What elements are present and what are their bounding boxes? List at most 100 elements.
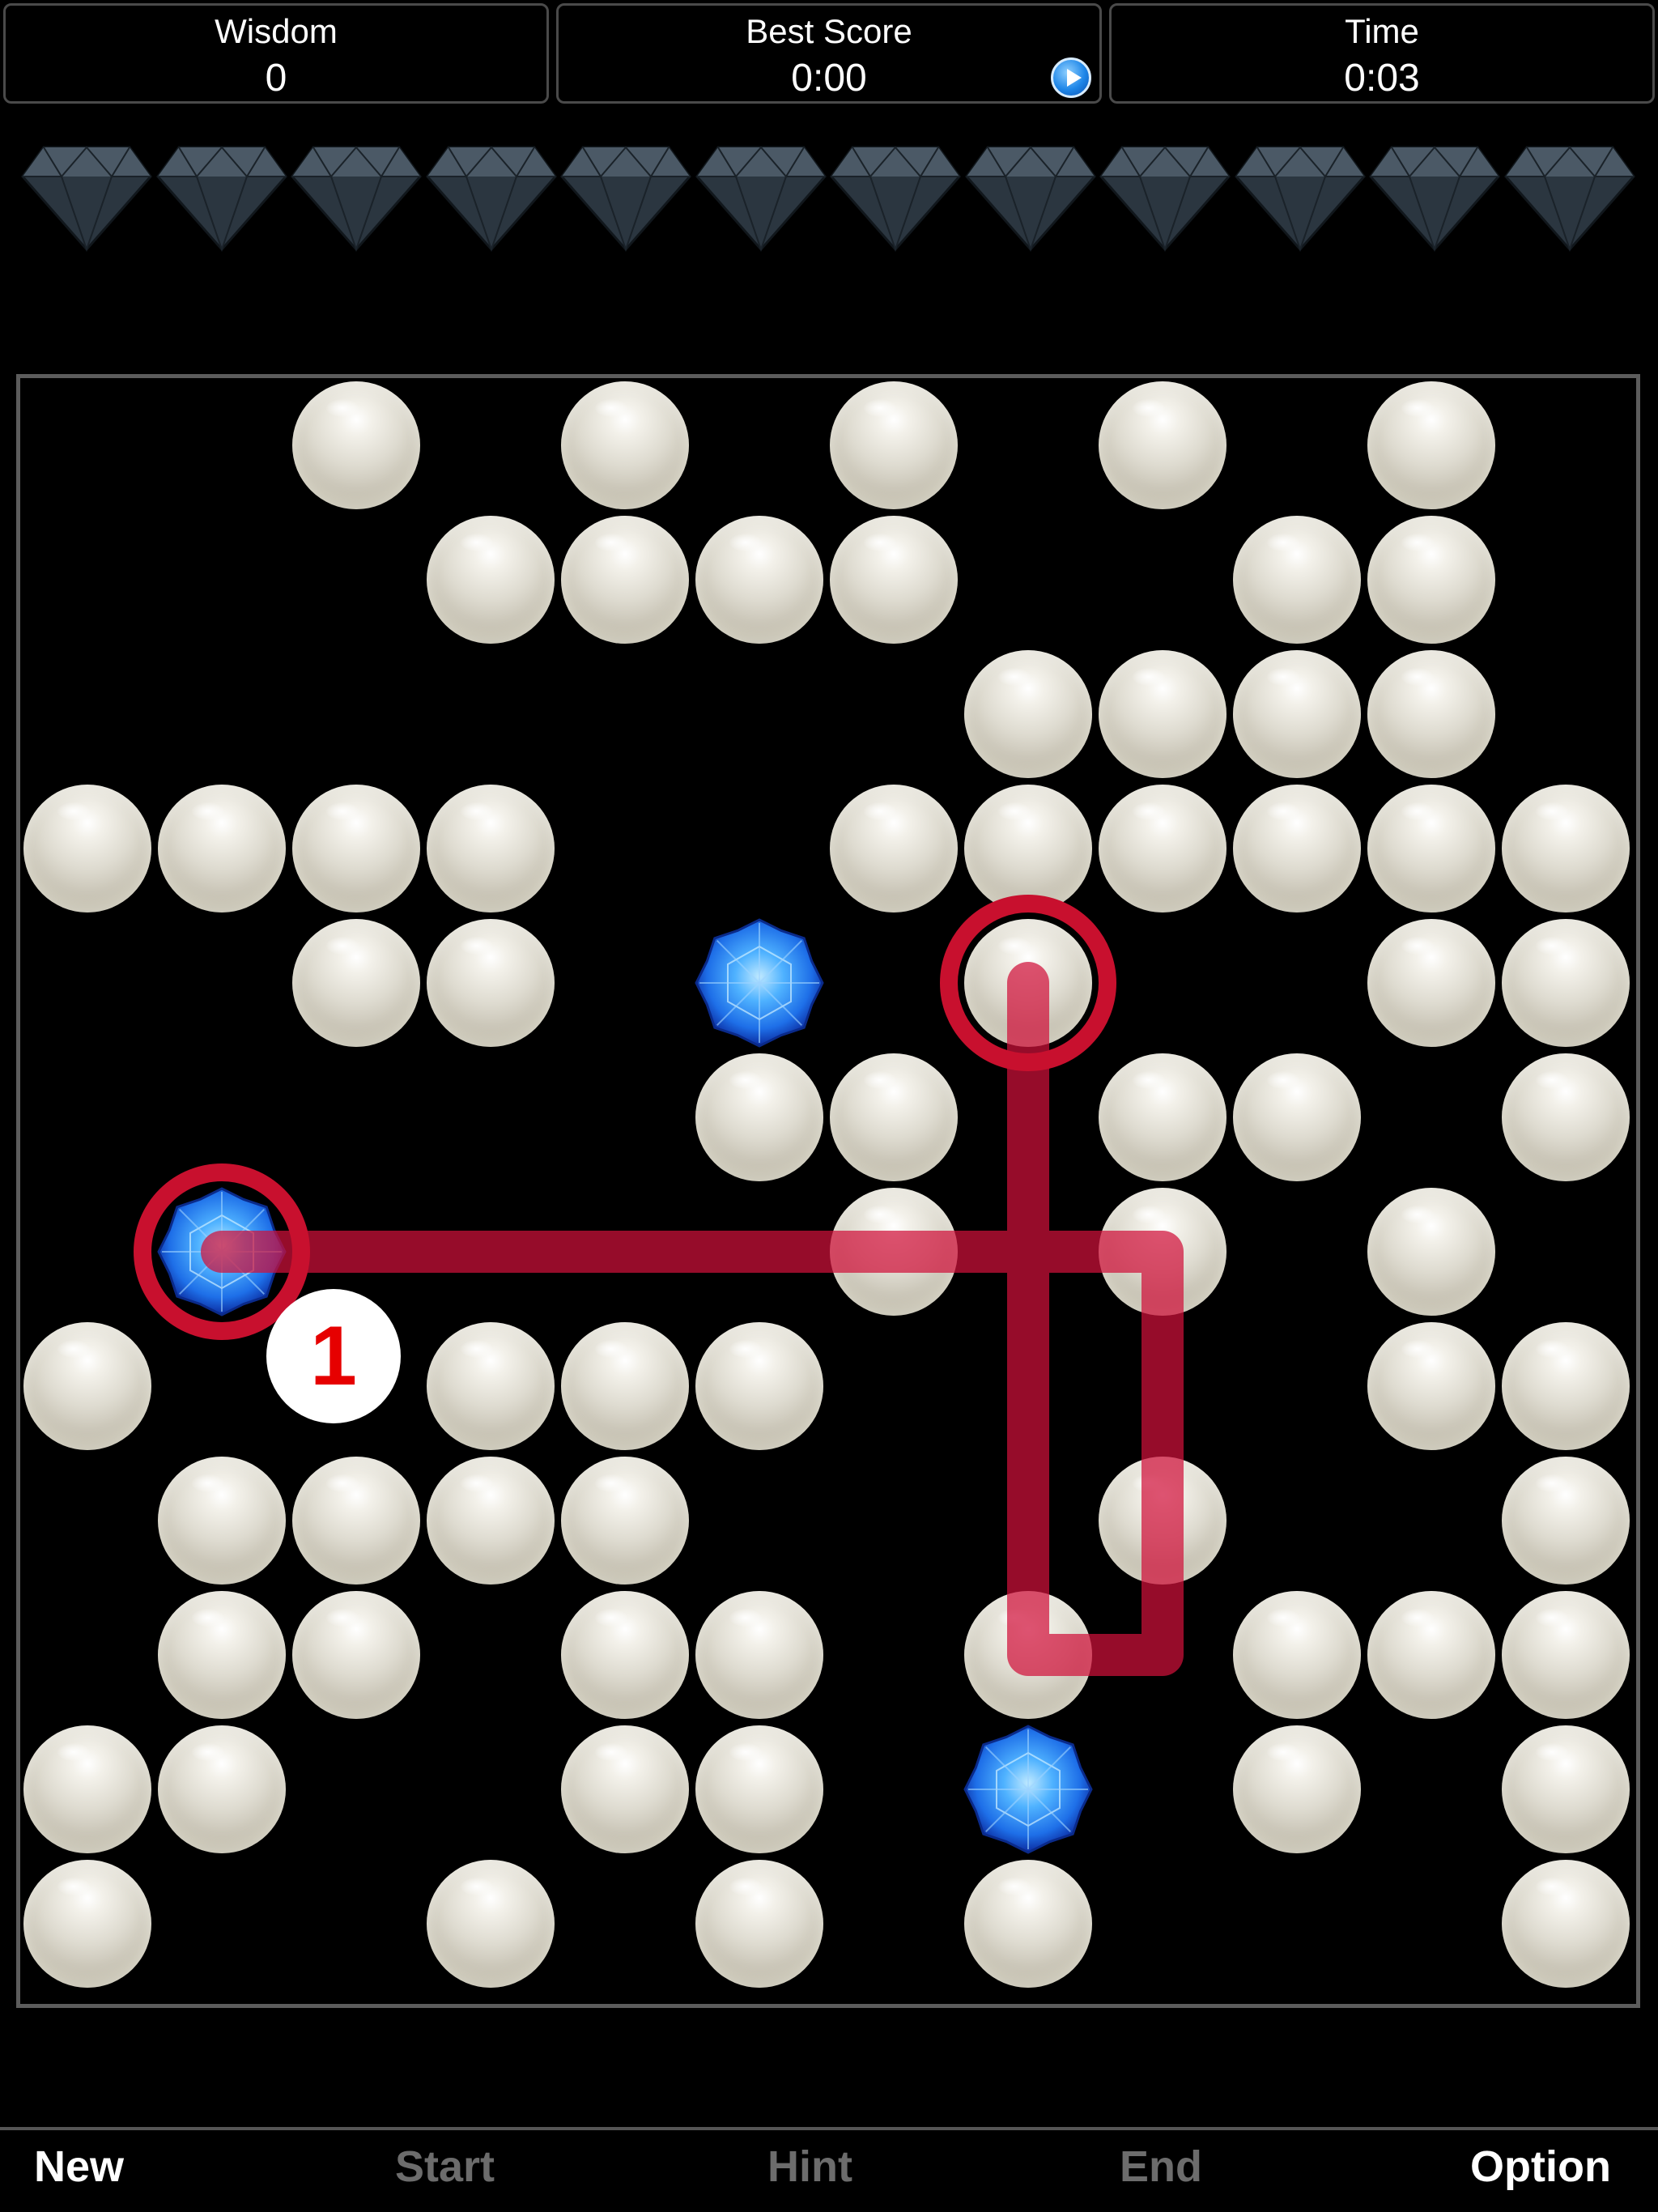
pearl-tile[interactable]	[1364, 916, 1499, 1050]
pearl-tile[interactable]	[1095, 1453, 1230, 1588]
pearl-tile[interactable]	[827, 781, 961, 916]
pearl-tile[interactable]	[558, 1319, 692, 1453]
pearl-tile[interactable]	[1230, 1722, 1364, 1857]
sapphire-tile[interactable]	[155, 1185, 289, 1319]
pearl-icon	[1367, 1188, 1495, 1316]
pearl-tile[interactable]	[423, 781, 558, 916]
option-button[interactable]: Option	[1470, 2138, 1611, 2195]
pearl-tile[interactable]	[1364, 781, 1499, 916]
pearl-tile[interactable]	[1364, 1319, 1499, 1453]
game-board[interactable]	[16, 374, 1640, 2008]
pearl-icon	[1367, 919, 1495, 1047]
pearl-tile[interactable]	[1230, 1050, 1364, 1185]
pearl-tile[interactable]	[20, 1857, 155, 1991]
pearl-tile[interactable]	[1499, 1588, 1633, 1722]
play-icon[interactable]	[1051, 57, 1091, 98]
pearl-tile[interactable]	[1499, 1453, 1633, 1588]
pearl-tile[interactable]	[289, 1588, 423, 1722]
pearl-tile[interactable]	[289, 916, 423, 1050]
pearl-tile[interactable]	[558, 513, 692, 647]
pearl-icon	[427, 1322, 555, 1450]
pearl-tile[interactable]	[1499, 1857, 1633, 1991]
pearl-tile[interactable]	[1364, 647, 1499, 781]
pearl-tile[interactable]	[1095, 1050, 1230, 1185]
pearl-tile[interactable]	[1230, 1588, 1364, 1722]
pearl-tile[interactable]	[1095, 1185, 1230, 1319]
pearl-icon	[695, 1053, 823, 1181]
pearl-tile[interactable]	[558, 1453, 692, 1588]
pearl-tile[interactable]	[558, 1722, 692, 1857]
pearl-tile[interactable]	[20, 781, 155, 916]
pearl-tile[interactable]	[827, 378, 961, 513]
pearl-tile[interactable]	[1499, 1319, 1633, 1453]
pearl-icon	[1502, 1591, 1630, 1719]
pearl-tile[interactable]	[827, 513, 961, 647]
new-button[interactable]: New	[34, 2138, 124, 2195]
pearl-icon	[561, 1457, 689, 1585]
pearl-tile[interactable]	[423, 1453, 558, 1588]
pearl-tile[interactable]	[692, 1319, 827, 1453]
pearl-tile[interactable]	[423, 916, 558, 1050]
pearl-tile[interactable]	[961, 1857, 1095, 1991]
pearl-tile[interactable]	[1364, 1185, 1499, 1319]
pearl-tile[interactable]	[692, 1050, 827, 1185]
pearl-icon	[1367, 1591, 1495, 1719]
pearl-tile[interactable]	[289, 781, 423, 916]
pearl-tile[interactable]	[961, 1588, 1095, 1722]
pearl-tile[interactable]	[1364, 1588, 1499, 1722]
time-value: 0:03	[1344, 57, 1420, 100]
pearl-tile[interactable]	[20, 1722, 155, 1857]
pearl-tile[interactable]	[20, 1319, 155, 1453]
pearl-tile[interactable]	[692, 1722, 827, 1857]
pearl-tile[interactable]	[1230, 781, 1364, 916]
pearl-tile[interactable]	[1230, 513, 1364, 647]
pearl-tile[interactable]	[1230, 647, 1364, 781]
pearl-tile[interactable]	[1499, 916, 1633, 1050]
pearl-icon	[561, 381, 689, 509]
pearl-tile[interactable]	[961, 647, 1095, 781]
remaining-gem-icon	[963, 139, 1098, 253]
hint-button[interactable]: Hint	[767, 2138, 852, 2195]
pearl-icon	[1367, 516, 1495, 644]
sapphire-tile[interactable]	[692, 916, 827, 1050]
pearl-tile[interactable]	[155, 1453, 289, 1588]
pearl-tile[interactable]	[1499, 1722, 1633, 1857]
pearl-tile[interactable]	[423, 513, 558, 647]
pearl-tile[interactable]	[692, 1588, 827, 1722]
pearl-tile[interactable]	[1095, 378, 1230, 513]
pearl-tile[interactable]	[1499, 781, 1633, 916]
pearl-icon	[830, 1188, 958, 1316]
start-button[interactable]: Start	[395, 2138, 495, 2195]
pearl-tile[interactable]	[692, 1857, 827, 1991]
pearl-tile[interactable]	[827, 1185, 961, 1319]
end-button[interactable]: End	[1120, 2138, 1202, 2195]
pearl-tile[interactable]	[961, 781, 1095, 916]
pearl-tile[interactable]	[1364, 513, 1499, 647]
time-label: Time	[1345, 12, 1419, 50]
sapphire-tile[interactable]	[961, 1722, 1095, 1857]
pearl-tile[interactable]	[155, 1722, 289, 1857]
pearl-tile[interactable]	[423, 1319, 558, 1453]
pearl-tile[interactable]	[155, 1588, 289, 1722]
pearl-tile[interactable]	[1095, 781, 1230, 916]
pearl-tile[interactable]	[961, 916, 1095, 1050]
pearl-tile[interactable]	[558, 378, 692, 513]
pearl-tile[interactable]	[558, 1588, 692, 1722]
time-panel: Time 0:03	[1109, 3, 1655, 104]
pearl-tile[interactable]	[155, 781, 289, 916]
pearl-icon	[561, 516, 689, 644]
pearl-tile[interactable]	[289, 378, 423, 513]
pearl-icon	[427, 919, 555, 1047]
remaining-gem-icon	[19, 139, 154, 253]
pearl-tile[interactable]	[827, 1050, 961, 1185]
pearl-tile[interactable]	[1095, 647, 1230, 781]
pearl-tile[interactable]	[1364, 378, 1499, 513]
pearl-tile[interactable]	[692, 513, 827, 647]
pearl-icon	[1502, 919, 1630, 1047]
pearl-tile[interactable]	[1499, 1050, 1633, 1185]
wisdom-label: Wisdom	[215, 12, 338, 50]
pearl-icon	[427, 516, 555, 644]
pearl-icon	[292, 785, 420, 912]
pearl-tile[interactable]	[289, 1453, 423, 1588]
pearl-tile[interactable]	[423, 1857, 558, 1991]
